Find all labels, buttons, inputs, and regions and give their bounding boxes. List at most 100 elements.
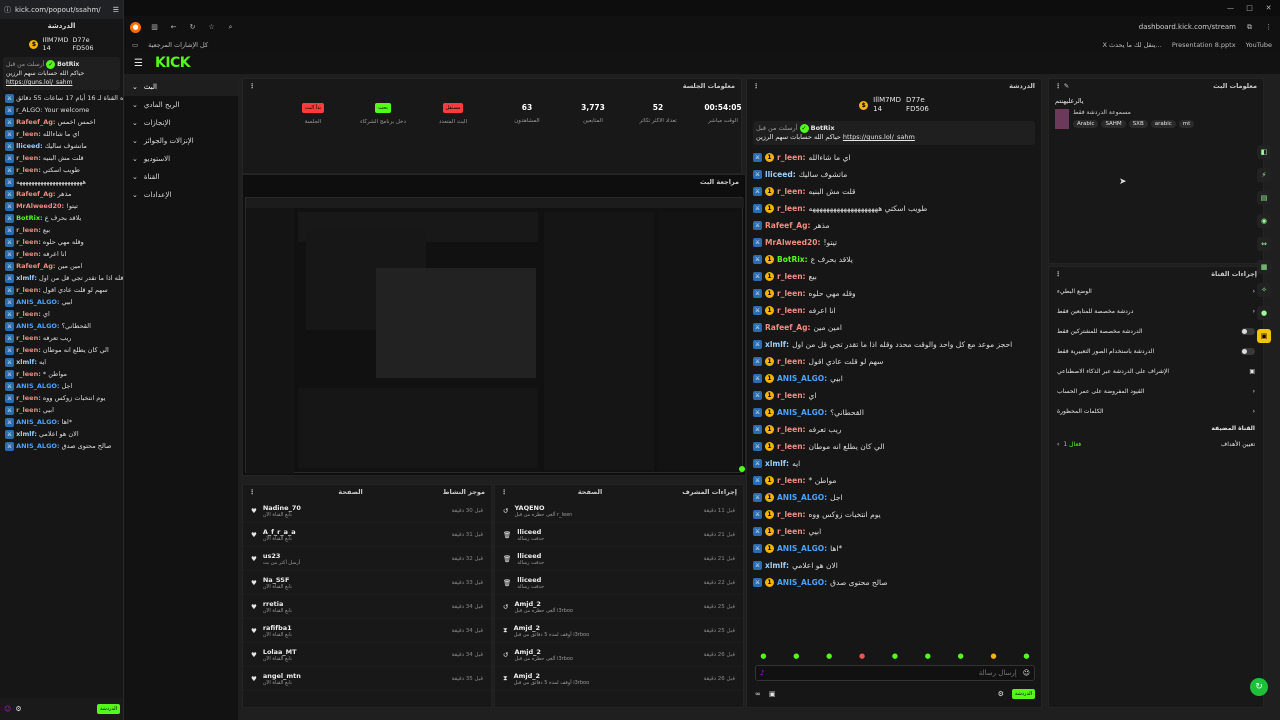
message-username[interactable]: r_leen: <box>777 391 806 400</box>
wrench-icon[interactable]: ✧ <box>1257 283 1271 297</box>
back-icon[interactable]: ← <box>168 22 179 33</box>
more-icon[interactable]: ⋮ <box>249 488 256 496</box>
star-icon[interactable]: ☆ <box>206 22 217 33</box>
message-username[interactable]: r_leen: <box>777 425 806 434</box>
message-username[interactable]: r_leen: <box>16 166 41 174</box>
message-username[interactable]: ANIS_ALGO: <box>777 493 827 502</box>
message-username[interactable]: Rafeef_Ag: <box>765 221 810 230</box>
emote-icon[interactable]: ● <box>925 652 931 660</box>
emoji-icon[interactable]: ☺ <box>4 705 11 713</box>
nav-item[interactable]: ⌄ البث <box>124 78 238 96</box>
message-username[interactable]: r_leen: <box>777 289 806 298</box>
message-username[interactable]: Rafeef_Ag: <box>16 118 55 126</box>
tag-chip[interactable]: SAHM <box>1101 120 1126 128</box>
message-username[interactable]: lliceed: <box>765 170 796 179</box>
message-username[interactable]: MrAlweed20: <box>16 202 64 210</box>
toggle-switch[interactable] <box>1241 347 1255 355</box>
channel-action-item[interactable]: دردشة مخصصة للمتابعين فقط › <box>1049 301 1263 321</box>
gift-icon[interactable]: ▣ <box>769 690 776 698</box>
message-username[interactable]: r_leen: <box>16 334 41 342</box>
bookmark-presentation[interactable]: Presentation 8.pptx <box>1172 41 1236 49</box>
nav-item[interactable]: ⌄ الإنزالات والجوائز <box>124 132 238 150</box>
message-username[interactable]: ANIS_ALGO: <box>16 382 59 390</box>
channel-action-item[interactable]: الإشراف على الدردشة عبر الذكاء الاصطناعي… <box>1049 361 1263 381</box>
row-name[interactable]: us23 <box>263 552 300 560</box>
rail-icon-8[interactable]: ● <box>1257 306 1271 320</box>
tag-chip[interactable]: mt <box>1178 120 1195 128</box>
emote-icon[interactable]: ● <box>793 652 799 660</box>
message-username[interactable]: Rafeef_Ag: <box>16 190 55 198</box>
message-username[interactable]: ANIS_ALGO: <box>777 578 827 587</box>
message-username[interactable]: r_leen: <box>16 286 41 294</box>
message-username[interactable]: ANIS_ALGO: <box>777 374 827 383</box>
message-username[interactable]: xlmlf: <box>16 430 37 438</box>
message-username[interactable]: xlmlf: <box>765 561 789 570</box>
emote-icon[interactable]: ● <box>859 652 865 660</box>
emote-icon[interactable]: ● <box>1023 652 1029 660</box>
stat-value[interactable]: بحث <box>375 103 391 113</box>
pinned-link[interactable]: https://guns.lol/_sahm <box>6 78 117 87</box>
emote-icon[interactable]: ● <box>892 652 898 660</box>
row-name[interactable]: angel_mtn <box>263 672 301 680</box>
message-username[interactable]: ANIS_ALGO: <box>777 408 827 417</box>
message-username[interactable]: r_leen: <box>16 238 41 246</box>
message-username[interactable]: BotRix: <box>16 214 43 222</box>
chat-pinned-message[interactable]: أرسلت من قبل ✓ BotRix حياكم الله حسابات … <box>753 121 1035 145</box>
more-icon[interactable]: ⋮ <box>753 82 760 90</box>
message-username[interactable]: r_leen: <box>777 476 806 485</box>
row-name[interactable]: Na_SSF <box>263 576 292 584</box>
message-username[interactable]: BotRix: <box>777 255 808 264</box>
row-name[interactable]: A_f_r_a_a <box>263 528 296 536</box>
message-username[interactable]: xlmlf: <box>765 340 789 349</box>
message-username[interactable]: r_leen: <box>777 527 806 536</box>
toggle-switch[interactable] <box>1241 327 1255 335</box>
message-username[interactable]: r_leen: <box>777 357 806 366</box>
emoji-icon[interactable]: ☺ <box>1023 669 1030 677</box>
menu-icon[interactable]: ☰ <box>113 6 119 14</box>
settings-icon[interactable]: ⚙ <box>998 690 1004 698</box>
channel-action-item[interactable]: الدردشة باستخدام الصور التعبيرية فقط <box>1049 341 1263 361</box>
row-name[interactable]: Amjd_2 <box>514 672 590 680</box>
host-row[interactable]: ‹ 1 فعال تعيين الأهداف <box>1049 436 1263 452</box>
highlight-icon[interactable]: ▣ <box>1257 329 1271 343</box>
emote-icon[interactable]: ● <box>991 652 997 660</box>
channel-action-item[interactable]: الكلمات المحظورة › <box>1049 401 1263 421</box>
message-username[interactable]: lliceed: <box>16 142 43 150</box>
row-name[interactable]: lliceed <box>517 576 544 584</box>
message-username[interactable]: r_leen: <box>777 442 806 451</box>
nav-item[interactable]: ⌄ الإعدادات <box>124 186 238 204</box>
nav-item[interactable]: ⌄ القناة <box>124 168 238 186</box>
popout-address-bar[interactable]: ⓘ kick.com/popout/ssahm/ ☰ <box>0 0 123 19</box>
tag-chip[interactable]: SXB <box>1128 120 1148 128</box>
channel-action-item[interactable]: الوضع البطيء › <box>1049 281 1263 301</box>
row-name[interactable]: Amjd_2 <box>514 624 590 632</box>
help-button[interactable]: ↻ <box>1250 678 1268 696</box>
message-username[interactable]: r_leen: <box>777 204 806 213</box>
channel-action-item[interactable]: الدردشة مخصصة للمشتركين فقط <box>1049 321 1263 341</box>
stat-value[interactable]: مستقل <box>442 103 464 113</box>
row-name[interactable]: lliceed <box>517 552 544 560</box>
row-name[interactable]: rretia <box>263 600 292 608</box>
channel-action-item[interactable]: القيود المفروضة على عمر الحساب › <box>1049 381 1263 401</box>
message-username[interactable]: ANIS_ALGO: <box>16 322 59 330</box>
users-icon[interactable]: ∞ <box>755 690 761 698</box>
tag-chip[interactable]: Arabic <box>1073 120 1099 128</box>
message-username[interactable]: Rafeef_Ag: <box>765 323 810 332</box>
message-username[interactable]: xlmlf: <box>16 358 37 366</box>
rail-icon-6[interactable]: ▦ <box>1257 260 1271 274</box>
nav-item[interactable]: ⌄ الإنجازات <box>124 114 238 132</box>
search-icon[interactable]: ⌕ <box>225 22 236 33</box>
row-name[interactable]: Lolaa_MT <box>263 648 297 656</box>
row-name[interactable]: lliceed <box>517 528 544 536</box>
message-username[interactable]: xlmlf: <box>765 459 789 468</box>
bookmark-youtube[interactable]: YouTube <box>1246 41 1272 49</box>
message-username[interactable]: ANIS_ALGO: <box>16 442 59 450</box>
message-username[interactable]: r_leen: <box>16 154 41 162</box>
popout-send-button[interactable]: الدردشة <box>96 704 120 714</box>
message-username[interactable]: r_leen: <box>777 272 806 281</box>
pinned-link[interactable]: https://guns.lol/_sahm <box>843 133 915 141</box>
maximize-icon[interactable]: □ <box>1244 3 1255 14</box>
rail-icon-1[interactable]: ◧ <box>1257 145 1271 159</box>
chat-send-button[interactable]: الدردشة <box>1011 689 1035 699</box>
message-username[interactable]: r_leen: <box>777 187 806 196</box>
